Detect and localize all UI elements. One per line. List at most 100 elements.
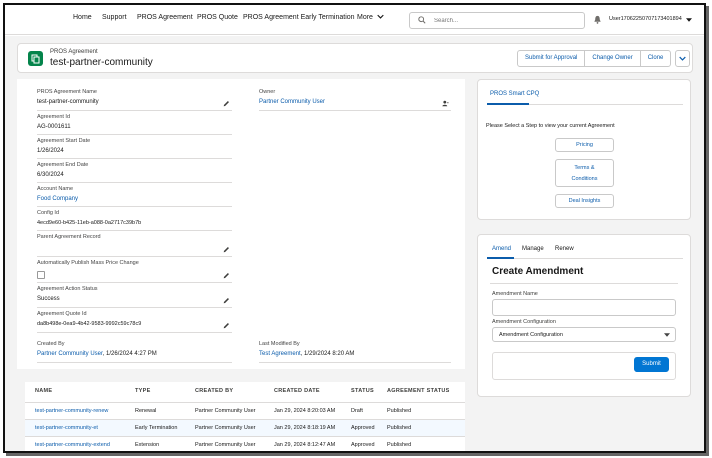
field-label: Owner bbox=[259, 89, 276, 95]
select-value: Amendment Configuration bbox=[499, 332, 563, 338]
created-date: , 1/26/2024 4:27 PM bbox=[102, 351, 157, 357]
row-created-date: Jan 29, 2024 8:12:47 AM bbox=[274, 442, 336, 448]
table-row: test-partner-community-et Early Terminat… bbox=[25, 419, 465, 436]
top-navigation: Home Support PROS Agreement PROS Quote P… bbox=[5, 5, 704, 35]
row-created-date: Jan 29, 2024 8:18:19 AM bbox=[274, 425, 336, 431]
chevron-down-icon bbox=[377, 14, 384, 19]
auto-publish-checkbox[interactable] bbox=[37, 271, 45, 279]
smart-cpq-card: PROS Smart CPQ Please Select a Step to v… bbox=[477, 79, 691, 220]
field-label: Agreement Start Date bbox=[37, 138, 91, 144]
deal-insights-button[interactable]: Deal Insights bbox=[555, 194, 614, 208]
more-actions-button[interactable] bbox=[675, 50, 690, 67]
submit-button[interactable]: Submit bbox=[634, 357, 669, 372]
terms-label-line2: Conditions bbox=[571, 176, 598, 182]
amendment-config-select[interactable]: Amendment Configuration bbox=[492, 327, 676, 342]
tab-renew[interactable]: Renew bbox=[555, 246, 574, 252]
nav-more-menu[interactable]: More bbox=[357, 14, 384, 21]
owner-link[interactable]: Partner Community User bbox=[259, 99, 325, 105]
record-title: test-partner-community bbox=[50, 57, 153, 68]
field-action-status: Agreement Action Status Success bbox=[37, 286, 232, 308]
field-label: Account Name bbox=[37, 186, 74, 192]
terms-conditions-button[interactable]: Terms & Conditions bbox=[555, 159, 614, 187]
column-header-status[interactable]: STATUS bbox=[351, 388, 374, 394]
field-value: test-partner-community bbox=[37, 99, 99, 105]
column-header-name[interactable]: NAME bbox=[35, 388, 52, 394]
row-created-date: Jan 29, 2024 8:20:03 AM bbox=[274, 408, 336, 414]
field-quote-id: Agreement Quote Id da8b498e-0ea9-4b42-95… bbox=[37, 311, 232, 333]
column-header-created-date[interactable]: CREATED DATE bbox=[274, 388, 320, 394]
field-owner: Owner Partner Community User bbox=[259, 89, 451, 111]
pencil-icon[interactable] bbox=[223, 297, 230, 304]
nav-support[interactable]: Support bbox=[102, 14, 127, 21]
created-by-link[interactable]: Partner Community User bbox=[37, 351, 103, 357]
row-created-by: Partner Community User bbox=[195, 425, 256, 431]
nav-home[interactable]: Home bbox=[73, 14, 92, 21]
column-header-agreement-status[interactable]: AGREEMENT STATUS bbox=[387, 388, 450, 394]
related-agreements-table: NAME TYPE CREATED BY CREATED DATE STATUS… bbox=[25, 382, 465, 451]
record-page: PROS Agreement test-partner-community Su… bbox=[5, 36, 704, 451]
row-agreement-status: Published bbox=[387, 425, 412, 431]
row-type: Extension bbox=[135, 442, 160, 448]
modified-by-link[interactable]: Test Agreement bbox=[259, 351, 301, 357]
user-menu-name[interactable]: User17062250707173401894 bbox=[609, 16, 682, 22]
row-created-by: Partner Community User bbox=[195, 442, 256, 448]
field-config-id: Config Id 4ecd9e60-b425-11eb-a088-0a2717… bbox=[37, 210, 232, 231]
pencil-icon[interactable] bbox=[223, 246, 230, 253]
amendment-name-label: Amendment Name bbox=[492, 291, 538, 297]
active-tab-indicator bbox=[487, 257, 514, 259]
bell-icon[interactable] bbox=[593, 15, 602, 24]
field-value: Success bbox=[37, 296, 60, 302]
row-type: Early Termination bbox=[135, 425, 178, 431]
row-name-link[interactable]: test-partner-community-renew bbox=[35, 408, 108, 414]
field-label: Config Id bbox=[37, 210, 60, 216]
change-owner-button[interactable]: Change Owner bbox=[585, 51, 641, 66]
row-agreement-status: Published bbox=[387, 442, 412, 448]
account-link[interactable]: Food Company bbox=[37, 196, 78, 202]
field-end-date: Agreement End Date 6/30/2024 bbox=[37, 162, 232, 183]
search-input[interactable] bbox=[434, 15, 579, 26]
field-parent-agreement: Parent Agreement Record bbox=[37, 234, 232, 257]
chevron-down-icon bbox=[679, 56, 686, 61]
row-name-link[interactable]: test-partner-community-et bbox=[35, 425, 98, 431]
submit-for-approval-button[interactable]: Submit for Approval bbox=[518, 51, 586, 66]
header-actions: Submit for Approval Change Owner Clone bbox=[517, 50, 672, 67]
change-owner-icon[interactable] bbox=[442, 100, 449, 107]
global-search[interactable] bbox=[409, 12, 585, 29]
pencil-icon[interactable] bbox=[223, 272, 230, 279]
agreement-object-icon bbox=[28, 51, 43, 66]
field-label: Created By bbox=[37, 341, 65, 347]
field-value: da8b498e-0ea9-4b42-9583-9992c59c78c9 bbox=[37, 321, 142, 327]
field-label: Agreement End Date bbox=[37, 162, 89, 168]
record-header: PROS Agreement test-partner-community Su… bbox=[17, 43, 693, 73]
terms-label-line1: Terms & bbox=[574, 165, 595, 171]
tab-manage[interactable]: Manage bbox=[522, 246, 544, 252]
clone-button[interactable]: Clone bbox=[641, 51, 671, 66]
tab-amend[interactable]: Amend bbox=[492, 246, 511, 252]
row-name-link[interactable]: test-partner-community-extend bbox=[35, 442, 110, 448]
field-label: PROS Agreement Name bbox=[37, 89, 97, 95]
amendment-title: Create Amendment bbox=[492, 266, 584, 277]
field-value: Partner Community User, 1/26/2024 4:27 P… bbox=[37, 351, 157, 357]
modified-date: , 1/29/2024 8:20 AM bbox=[300, 351, 355, 357]
field-value: AG-0001611 bbox=[37, 124, 71, 130]
nav-early-termination[interactable]: PROS Agreement Early Termination bbox=[243, 14, 355, 21]
field-account-name: Account Name Food Company bbox=[37, 186, 232, 207]
row-status: Draft bbox=[351, 408, 363, 414]
column-header-created-by[interactable]: CREATED BY bbox=[195, 388, 233, 394]
tab-pros-smart-cpq[interactable]: PROS Smart CPQ bbox=[490, 91, 539, 97]
field-start-date: Agreement Start Date 1/26/2024 bbox=[37, 138, 232, 159]
caret-down-icon[interactable] bbox=[686, 18, 692, 22]
nav-more-label: More bbox=[357, 14, 373, 21]
column-header-type[interactable]: TYPE bbox=[135, 388, 151, 394]
field-value: 4ecd9e60-b425-11eb-a088-0a2717c39b7b bbox=[37, 220, 142, 226]
pricing-button[interactable]: Pricing bbox=[555, 138, 614, 152]
nav-pros-quote[interactable]: PROS Quote bbox=[197, 14, 238, 21]
amendment-config-label: Amendment Configuration bbox=[492, 319, 556, 325]
pencil-icon[interactable] bbox=[223, 322, 230, 329]
amendment-card: Amend Manage Renew Create Amendment Amen… bbox=[477, 234, 691, 397]
row-status: Approved bbox=[351, 442, 375, 448]
field-label: Parent Agreement Record bbox=[37, 234, 101, 240]
pencil-icon[interactable] bbox=[223, 100, 230, 107]
amendment-name-input[interactable] bbox=[492, 299, 676, 316]
nav-pros-agreement[interactable]: PROS Agreement bbox=[137, 14, 193, 21]
